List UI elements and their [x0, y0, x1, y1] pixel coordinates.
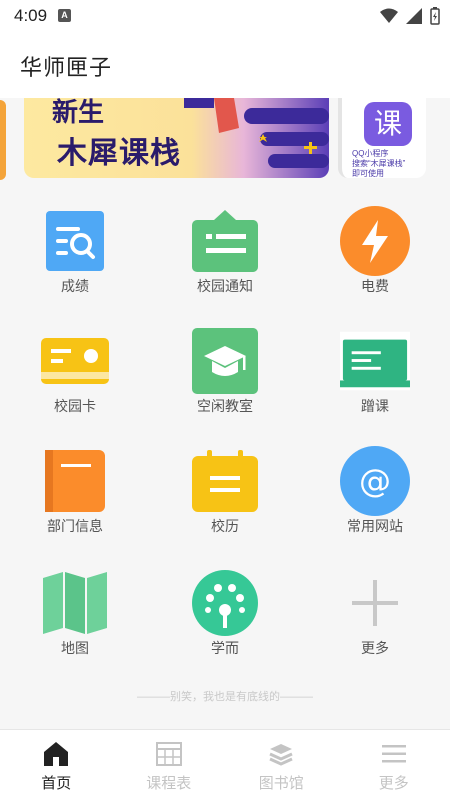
library-books-icon [265, 740, 297, 768]
app-bar: 华师匣子 [0, 32, 450, 98]
banner-prev-slide[interactable] [0, 100, 6, 180]
banner-next-slide[interactable]: 课 QQ小程序 搜索“木犀课栈” 即可使用 [338, 98, 426, 178]
grid-item-label: 学而 [211, 640, 239, 656]
grid-item-grades[interactable]: 成绩 [0, 200, 150, 310]
end-of-list-note: ———别笑，我也是有底线的——— [137, 691, 313, 703]
timetable-icon [153, 740, 185, 768]
grid-item-more[interactable]: 更多 [300, 562, 450, 672]
menu-icon [378, 740, 410, 768]
grid-item-label: 校园卡 [54, 398, 96, 414]
grid-item-label: 常用网站 [347, 518, 403, 534]
nav-tab-label: 课程表 [146, 775, 192, 792]
blackboard-icon [340, 328, 410, 394]
page-title: 华师匣子 [20, 55, 113, 80]
grid-item-campus-card[interactable]: 校园卡 [0, 320, 150, 430]
nav-tab-label: 图书馆 [258, 775, 304, 792]
nav-tab-label: 更多 [378, 775, 409, 792]
grid-item-label: 部门信息 [47, 518, 103, 534]
grid-item-notices[interactable]: 校园通知 [150, 200, 300, 310]
status-time: 4:09 [14, 6, 48, 25]
grid-item-audit-class[interactable]: 蹭课 [300, 320, 450, 430]
map-icon [40, 570, 110, 636]
grid-item-school-calendar[interactable]: 校历 [150, 440, 300, 550]
lightning-icon [340, 206, 410, 276]
bottom-nav: 首页 课程表 图书馆 更多 [0, 729, 450, 799]
grid-item-free-classroom[interactable]: 空闲教室 [150, 320, 300, 430]
banner-headline-top: 新生 [52, 98, 105, 127]
signal-icon [406, 8, 422, 24]
grades-search-icon [40, 208, 110, 274]
at-sign-icon: @ [340, 446, 410, 516]
grid-item-common-sites[interactable]: @ 常用网站 [300, 440, 450, 550]
grid-item-xueer[interactable]: 学而 [150, 562, 300, 672]
campus-card-icon [40, 328, 110, 394]
grid-item-label: 校园通知 [197, 278, 253, 294]
grid-item-map[interactable]: 地图 [0, 562, 150, 672]
grid-item-label: 成绩 [61, 278, 89, 294]
notice-board-icon [190, 208, 260, 274]
nav-tab-library[interactable]: 图书馆 [225, 730, 338, 799]
nav-tab-home[interactable]: 首页 [0, 730, 113, 799]
battery-icon [430, 7, 440, 25]
grid-item-label: 电费 [361, 278, 389, 294]
department-book-icon [40, 448, 110, 514]
grid-item-label: 地图 [61, 640, 89, 656]
xueer-logo-icon [190, 570, 260, 636]
grid-item-label: 校历 [211, 518, 239, 534]
grid-item-label: 空闲教室 [197, 398, 253, 414]
banner-headline: 木犀课栈 [57, 137, 181, 170]
grid-item-label: 更多 [361, 640, 389, 656]
graduation-cap-icon [190, 328, 260, 394]
nav-tab-label: 首页 [41, 775, 72, 792]
wifi-icon [380, 8, 398, 23]
notification-icon: A [58, 9, 71, 22]
nav-tab-more[interactable]: 更多 [338, 730, 450, 799]
calendar-icon [190, 448, 260, 514]
banner-slide[interactable]: 新生 木犀课栈 [24, 98, 329, 178]
plus-icon [340, 570, 410, 636]
miniprogram-logo-icon: 课 [364, 102, 412, 146]
home-icon [40, 740, 72, 768]
svg-text:@: @ [359, 462, 391, 500]
nav-tab-timetable[interactable]: 课程表 [113, 730, 226, 799]
grid-item-department-info[interactable]: 部门信息 [0, 440, 150, 550]
status-bar: 4:09 A [0, 0, 450, 32]
status-indicators [380, 6, 440, 26]
banner-carousel[interactable]: 新生 木犀课栈 课 QQ小程序 搜索“木犀课栈” 即可使用 [0, 98, 450, 182]
grid-item-electricity[interactable]: 电费 [300, 200, 450, 310]
banner-side-line: 即可使用 [352, 169, 384, 178]
grid-item-label: 蹭课 [361, 398, 389, 414]
